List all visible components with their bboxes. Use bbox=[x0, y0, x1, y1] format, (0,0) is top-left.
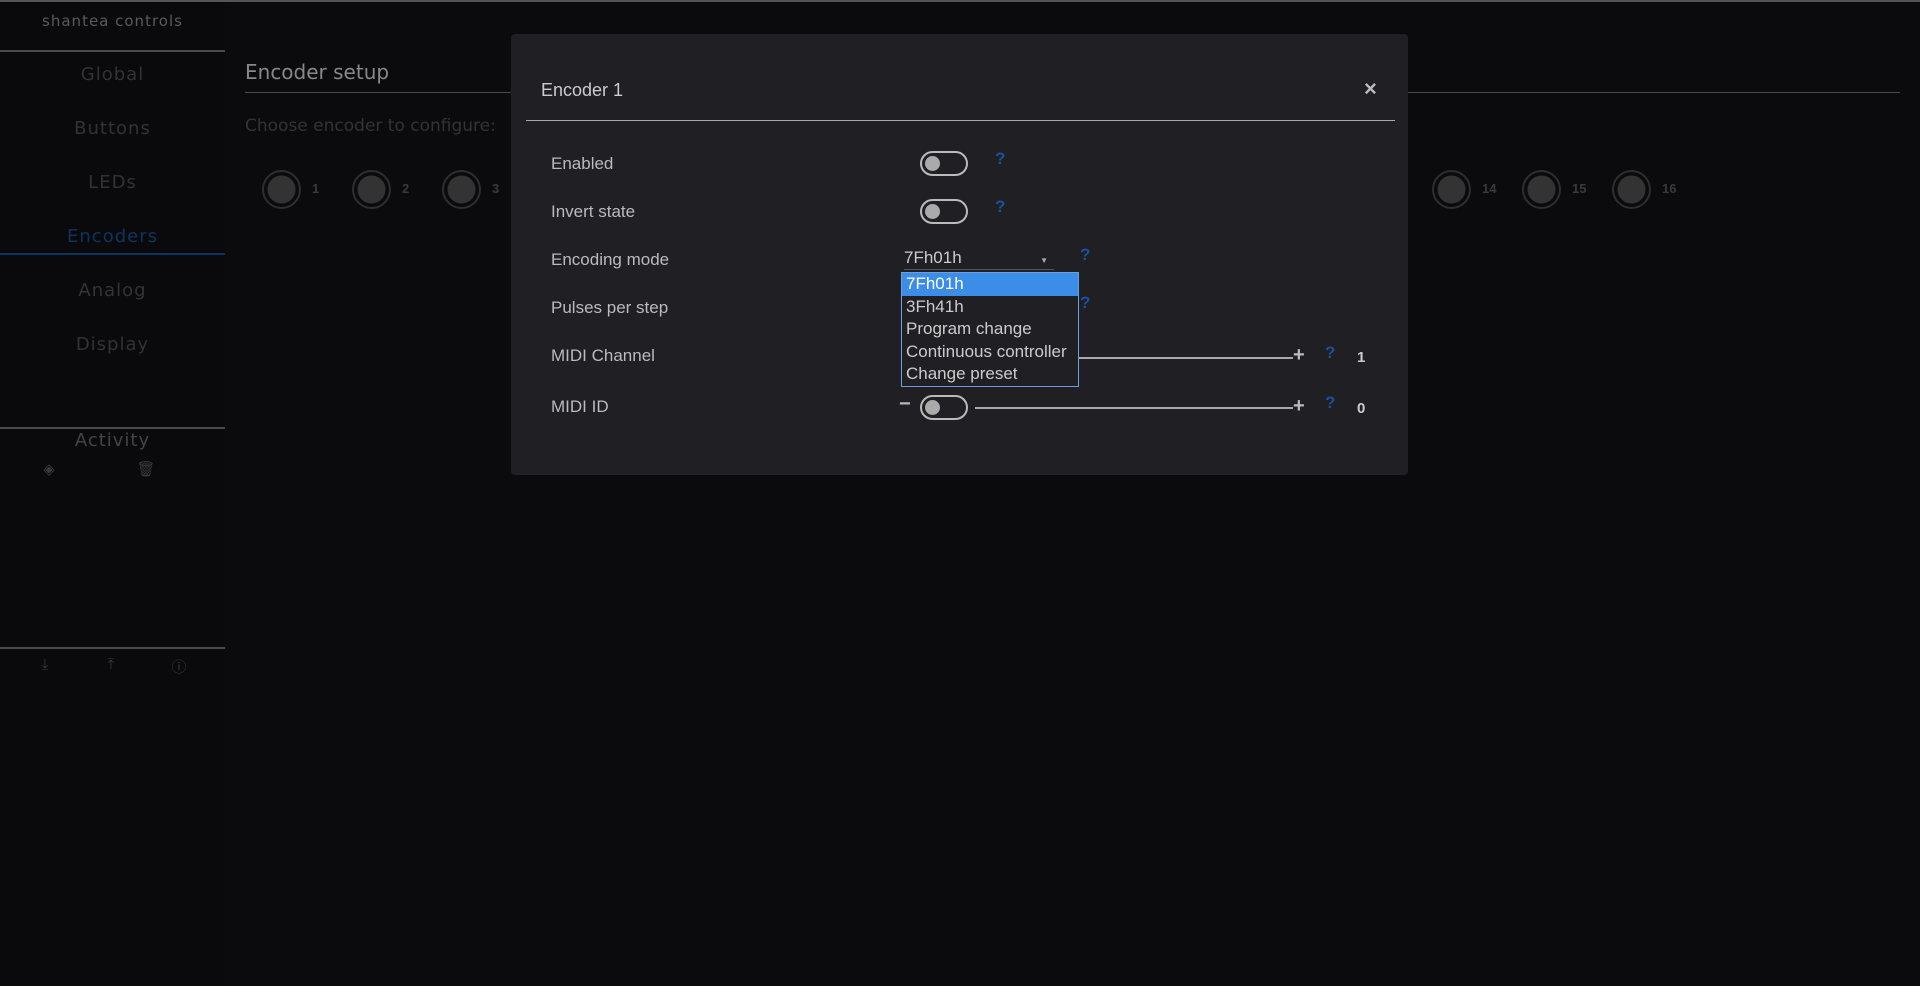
info-icon[interactable]: ⓘ bbox=[169, 656, 189, 677]
divider bbox=[0, 427, 225, 429]
sidebar-item-global[interactable]: Global bbox=[0, 64, 225, 85]
help-icon[interactable]: ? bbox=[995, 149, 1005, 169]
encoder-number: 1 bbox=[312, 181, 320, 196]
sidebar-item-buttons[interactable]: Buttons bbox=[0, 118, 225, 139]
dropdown-option[interactable]: 3Fh41h bbox=[902, 296, 1078, 319]
midi-id-label: MIDI ID bbox=[551, 397, 609, 416]
divider bbox=[0, 647, 225, 649]
encoder-number: 2 bbox=[402, 181, 410, 196]
close-icon[interactable]: × bbox=[1364, 76, 1377, 102]
divider bbox=[526, 120, 1395, 121]
dropdown-option[interactable]: Continuous controller bbox=[902, 341, 1078, 364]
help-icon[interactable]: ? bbox=[1080, 293, 1090, 313]
encoder-button[interactable]: 3 bbox=[442, 170, 522, 210]
encoding-mode-label: Encoding mode bbox=[551, 250, 670, 269]
sidebar: shantea controls Global Buttons LEDs Enc… bbox=[0, 2, 225, 986]
dropdown-option[interactable]: 7Fh01h bbox=[902, 273, 1078, 296]
encoder-number: 15 bbox=[1572, 181, 1587, 196]
dialog-title: Encoder 1 bbox=[541, 80, 624, 100]
selected-value: 7Fh01h bbox=[904, 248, 962, 267]
logo: shantea controls bbox=[42, 12, 183, 30]
help-icon[interactable]: ? bbox=[1325, 393, 1335, 413]
trash-icon[interactable]: 🗑 bbox=[136, 460, 156, 478]
sidebar-item-leds[interactable]: LEDs bbox=[0, 172, 225, 193]
help-icon[interactable]: ? bbox=[995, 197, 1005, 217]
encoder-icon bbox=[1432, 170, 1471, 209]
sidebar-item-analog[interactable]: Analog bbox=[0, 280, 225, 301]
encoder-icon bbox=[1612, 170, 1651, 209]
enabled-label: Enabled bbox=[551, 154, 614, 173]
encoder-number: 14 bbox=[1482, 181, 1497, 196]
chevron-down-icon: ▼ bbox=[1040, 256, 1048, 265]
instruction-text: Choose encoder to configure: bbox=[245, 116, 496, 136]
download-icon[interactable]: ⤓ bbox=[35, 656, 55, 673]
eye-slash-icon[interactable]: ◈ bbox=[39, 460, 59, 478]
activity-title: Activity bbox=[74, 430, 151, 451]
midi-channel-value: 1 bbox=[1357, 349, 1366, 366]
encoder-icon bbox=[352, 170, 391, 209]
dropdown-option[interactable]: Program change bbox=[902, 318, 1078, 341]
invert-state-toggle[interactable] bbox=[920, 199, 968, 224]
encoder-button[interactable]: 16 bbox=[1612, 170, 1692, 210]
encoder-icon bbox=[442, 170, 481, 209]
upload-icon[interactable]: ⤒ bbox=[101, 656, 121, 673]
encoder-number: 16 bbox=[1662, 181, 1677, 196]
encoding-mode-select[interactable]: 7Fh01h ▼ bbox=[904, 248, 1054, 270]
encoder-button[interactable]: 15 bbox=[1522, 170, 1602, 210]
encoder-number: 3 bbox=[492, 181, 500, 196]
midi-id-slider-track[interactable] bbox=[975, 407, 1293, 409]
sidebar-item-display[interactable]: Display bbox=[0, 334, 225, 355]
divider bbox=[0, 50, 225, 52]
midi-id-value: 0 bbox=[1357, 400, 1366, 417]
encoder-button[interactable]: 1 bbox=[262, 170, 342, 210]
midi-id-slider-handle[interactable] bbox=[920, 395, 968, 420]
page-title: Encoder setup bbox=[245, 60, 390, 84]
help-icon[interactable]: ? bbox=[1080, 245, 1090, 265]
encoder-icon bbox=[262, 170, 301, 209]
encoding-mode-dropdown[interactable]: 7Fh01h 3Fh41h Program change Continuous … bbox=[901, 272, 1079, 387]
plus-icon[interactable]: + bbox=[1293, 344, 1305, 367]
encoder-dialog: Encoder 1 × Enabled ? Invert state ? Enc… bbox=[511, 34, 1408, 475]
enabled-toggle[interactable] bbox=[920, 151, 968, 176]
encoder-button[interactable]: 14 bbox=[1432, 170, 1512, 210]
dropdown-option[interactable]: Change preset bbox=[902, 363, 1078, 386]
encoder-icon bbox=[1522, 170, 1561, 209]
sidebar-item-encoders[interactable]: Encoders bbox=[0, 226, 225, 255]
invert-state-label: Invert state bbox=[551, 202, 636, 221]
help-icon[interactable]: ? bbox=[1325, 343, 1335, 363]
plus-icon[interactable]: + bbox=[1293, 395, 1305, 418]
minus-icon[interactable]: − bbox=[899, 393, 911, 416]
midi-channel-label: MIDI Channel bbox=[551, 346, 655, 365]
pulses-per-step-label: Pulses per step bbox=[551, 298, 669, 317]
encoder-button[interactable]: 2 bbox=[352, 170, 432, 210]
